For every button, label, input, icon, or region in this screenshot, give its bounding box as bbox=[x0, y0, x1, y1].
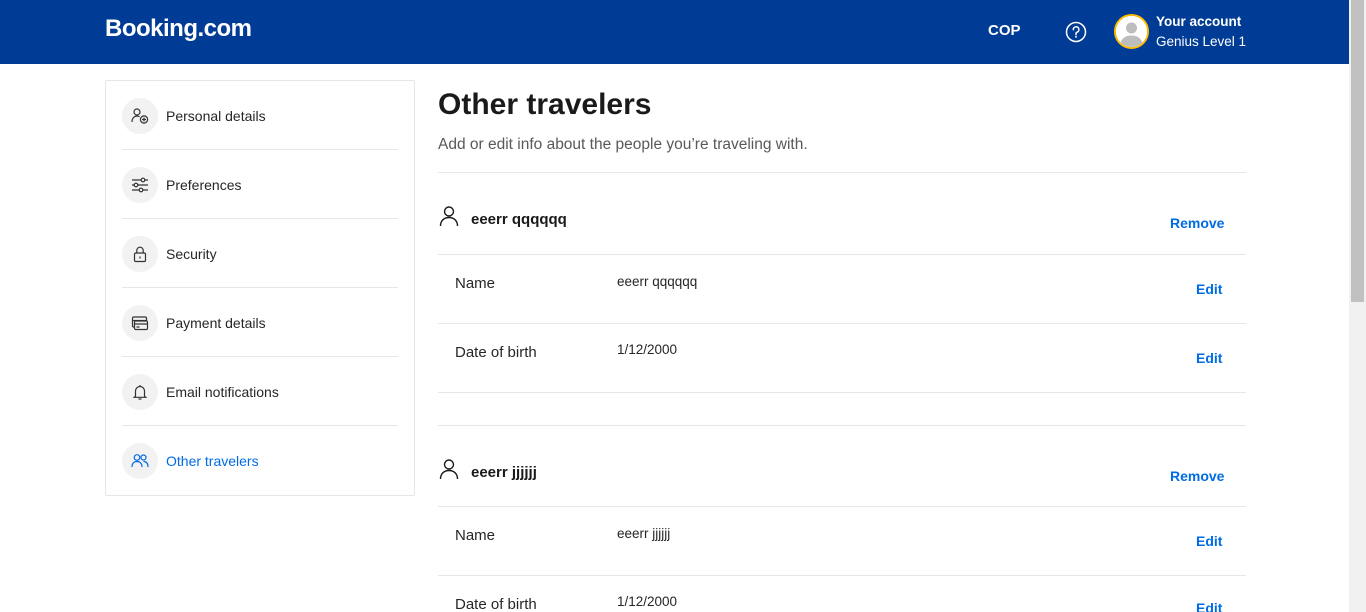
lock-icon bbox=[122, 236, 158, 272]
sidebar-item-personal-details[interactable]: Personal details bbox=[122, 81, 398, 150]
sliders-icon bbox=[122, 167, 158, 203]
divider bbox=[438, 506, 1246, 507]
sidebar-item-label: Other travelers bbox=[166, 453, 259, 469]
sidebar-item-label: Personal details bbox=[166, 108, 266, 124]
sidebar-item-label: Preferences bbox=[166, 177, 242, 193]
remove-traveler-button[interactable]: Remove bbox=[1170, 468, 1224, 484]
divider bbox=[438, 392, 1246, 393]
dob-value: 1/12/2000 bbox=[617, 594, 678, 609]
card-icon bbox=[122, 305, 158, 341]
people-icon bbox=[122, 443, 158, 479]
sidebar-item-payment-details[interactable]: Payment details bbox=[122, 288, 398, 357]
divider bbox=[438, 575, 1246, 576]
sidebar-item-label: Payment details bbox=[166, 315, 266, 331]
name-label: Name bbox=[455, 527, 496, 544]
sidebar-item-other-travelers[interactable]: Other travelers bbox=[122, 426, 398, 495]
person-icon bbox=[438, 205, 460, 227]
dob-label: Date of birth bbox=[455, 344, 537, 361]
scrollbar-thumb[interactable] bbox=[1351, 0, 1364, 302]
page-scrollbar[interactable] bbox=[1349, 0, 1366, 612]
dob-value: 1/12/2000 bbox=[617, 342, 678, 357]
help-icon[interactable] bbox=[1065, 21, 1087, 43]
account-sidebar: Personal details Preferences Security Pa… bbox=[105, 80, 415, 496]
traveler-name: eeerr jjjjjj bbox=[471, 464, 537, 481]
account-title: Your account bbox=[1156, 14, 1242, 29]
sidebar-item-label: Security bbox=[166, 246, 217, 262]
edit-dob-button[interactable]: Edit bbox=[1196, 350, 1222, 366]
page-title: Other travelers bbox=[438, 88, 652, 121]
name-label: Name bbox=[455, 275, 496, 292]
person-icon bbox=[438, 458, 460, 480]
top-header: Booking.com COP Your account Genius Leve… bbox=[0, 0, 1366, 64]
divider bbox=[438, 172, 1246, 173]
name-value: eeerr qqqqqq bbox=[617, 274, 698, 289]
page-subtitle: Add or edit info about the people you’re… bbox=[438, 136, 808, 153]
divider bbox=[438, 254, 1246, 255]
remove-traveler-button[interactable]: Remove bbox=[1170, 215, 1224, 231]
traveler-name: eeerr qqqqqq bbox=[471, 211, 567, 228]
sidebar-item-security[interactable]: Security bbox=[122, 219, 398, 288]
divider bbox=[438, 323, 1246, 324]
sidebar-item-label: Email notifications bbox=[166, 384, 279, 400]
genius-level: Genius Level 1 bbox=[1156, 34, 1247, 49]
edit-name-button[interactable]: Edit bbox=[1196, 533, 1222, 549]
sidebar-item-preferences[interactable]: Preferences bbox=[122, 150, 398, 219]
currency-selector[interactable]: COP bbox=[988, 22, 1021, 39]
booking-logo[interactable]: Booking.com bbox=[105, 15, 252, 43]
traveler-separator bbox=[438, 425, 1246, 426]
edit-name-button[interactable]: Edit bbox=[1196, 281, 1222, 297]
avatar bbox=[1114, 14, 1149, 49]
person-plus-icon bbox=[122, 98, 158, 134]
dob-label: Date of birth bbox=[455, 596, 537, 612]
sidebar-item-email-notifications[interactable]: Email notifications bbox=[122, 357, 398, 426]
name-value: eeerr jjjjjj bbox=[617, 526, 671, 541]
bell-icon bbox=[122, 374, 158, 410]
edit-dob-button[interactable]: Edit bbox=[1196, 600, 1222, 612]
